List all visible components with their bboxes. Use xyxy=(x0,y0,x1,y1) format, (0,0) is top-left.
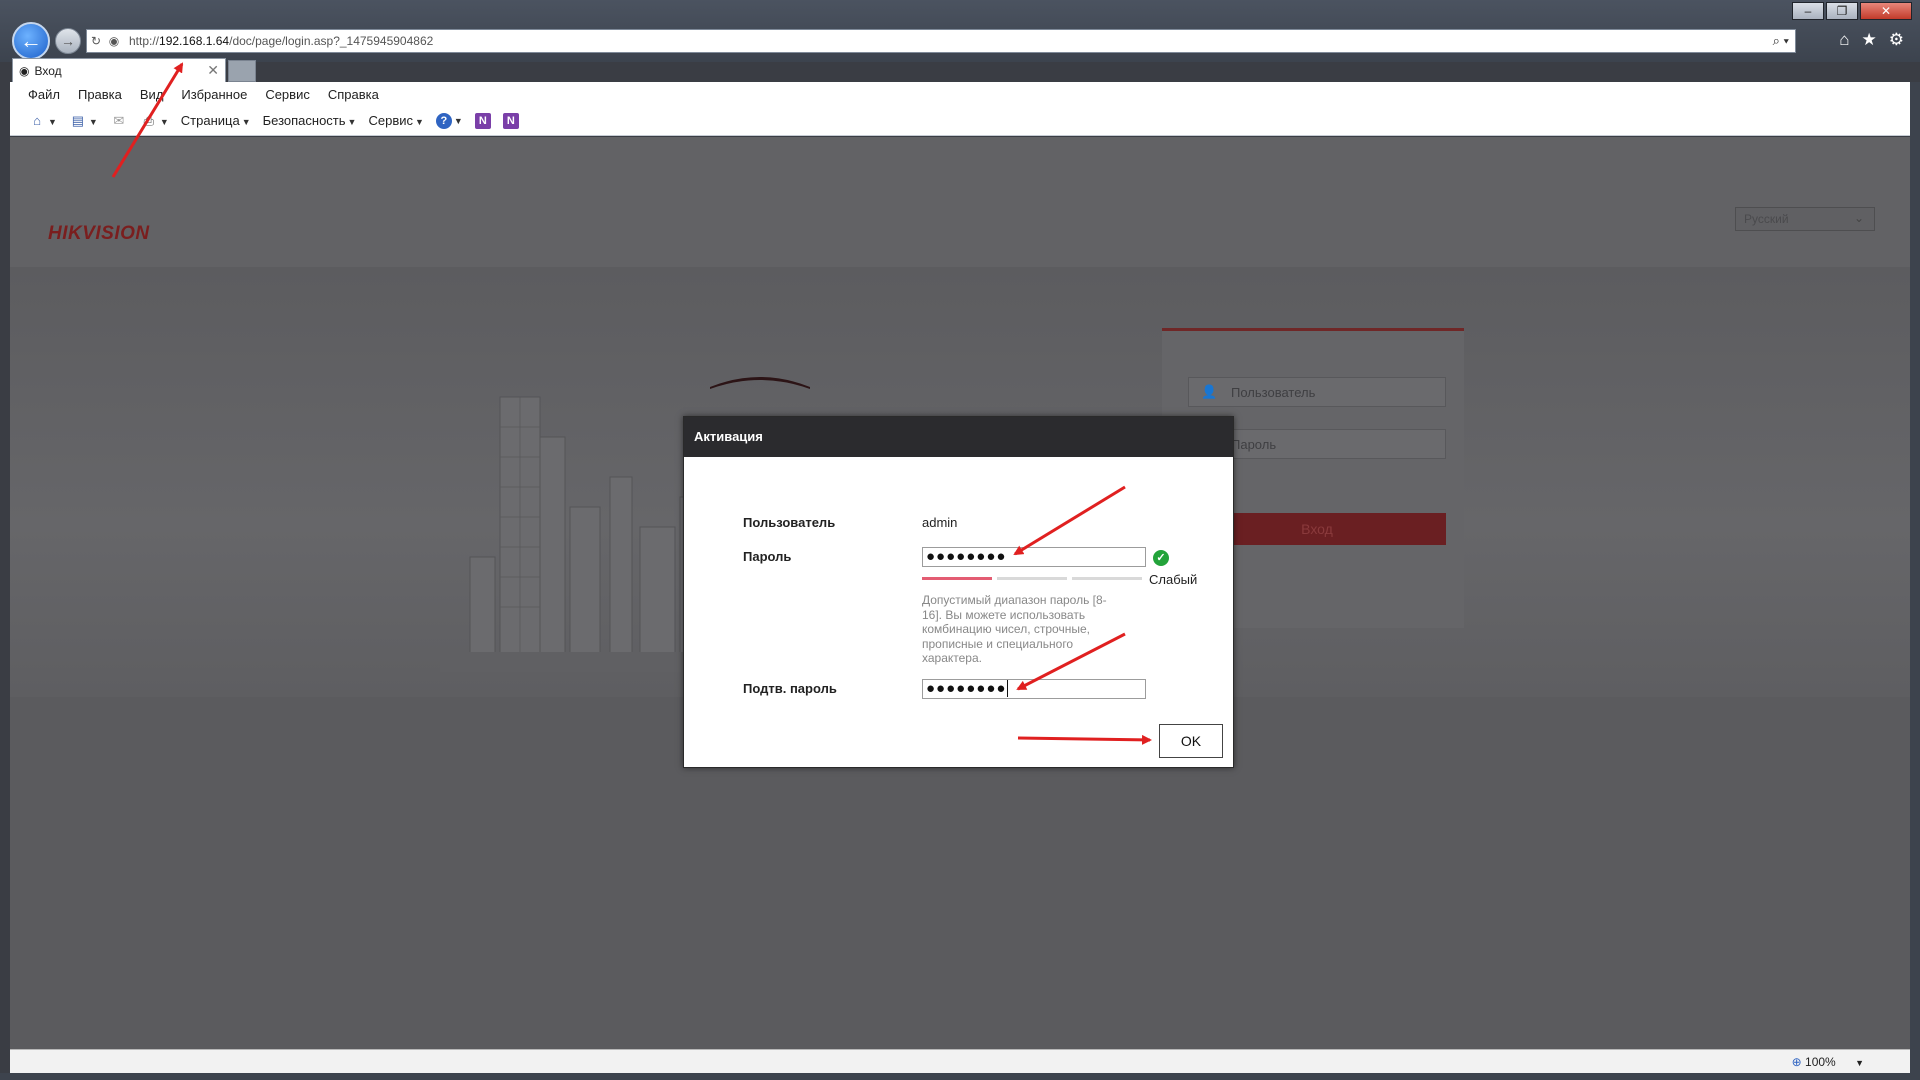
check-icon: ✓ xyxy=(1153,550,1169,566)
new-tab-button[interactable] xyxy=(228,60,256,82)
user-icon: 👤 xyxy=(1201,384,1218,399)
chevron-down-icon: ▼ xyxy=(415,117,424,127)
user-label: Пользователь xyxy=(743,515,836,530)
tab-login[interactable]: ◉ Вход ✕ xyxy=(12,58,226,82)
address-bar[interactable]: ↻ ◉ http://192.168.1.64/doc/page/login.a… xyxy=(86,29,1796,53)
menu-file[interactable]: Файл xyxy=(28,87,60,102)
chevron-down-icon: ▼ xyxy=(48,117,57,127)
back-button[interactable]: ← xyxy=(12,22,50,60)
tab-favicon-icon: ◉ xyxy=(19,63,30,78)
zoom-control[interactable]: ⊕ 100% ▼ xyxy=(1792,1055,1864,1069)
chevron-down-icon: ▼ xyxy=(347,117,357,127)
onenote-linked-icon[interactable]: N xyxy=(474,112,491,129)
strength-segment xyxy=(997,577,1067,580)
chevron-down-icon: ⌄ xyxy=(1853,211,1864,225)
rss-icon: ▤ xyxy=(71,112,85,128)
search-icon[interactable]: ⌕ ▾ xyxy=(1773,33,1789,49)
window-controls: – ❐ ✕ xyxy=(1792,2,1912,20)
username-input[interactable]: 👤 Пользователь xyxy=(1188,377,1446,407)
close-window-button[interactable]: ✕ xyxy=(1860,2,1912,20)
password-field[interactable]: ●●●●●●●● xyxy=(922,547,1146,567)
window-titlebar: – ❐ ✕ ← → ↻ ◉ http://192.168.1.64/doc/pa… xyxy=(0,0,1920,82)
strength-label: Слабый xyxy=(1149,572,1198,587)
forward-arrow-icon: → xyxy=(61,33,75,49)
help-icon: ? xyxy=(435,113,452,129)
forward-button[interactable]: → xyxy=(55,28,81,54)
browser-right-icons: ⌂ ★ ⚙ xyxy=(1839,30,1904,50)
password-label: Пароль xyxy=(743,549,792,564)
home-button[interactable]: ⌂ ▼ xyxy=(28,113,57,129)
security-menu[interactable]: Безопасность ▼ xyxy=(263,113,357,128)
menu-help[interactable]: Справка xyxy=(328,87,379,102)
menu-tools[interactable]: Сервис xyxy=(265,87,310,102)
refresh-icon[interactable]: ↻ xyxy=(87,34,105,48)
print-icon: ⎙ xyxy=(143,112,155,128)
onenote-icon[interactable]: N xyxy=(502,112,519,129)
command-bar: ⌂ ▼ ▤ ▼ ✉ ⎙ ▼ Страница ▼ Безопасность ▼ Серви… xyxy=(10,106,1910,136)
home-icon[interactable]: ⌂ xyxy=(1839,30,1849,50)
text-cursor xyxy=(1007,680,1009,697)
chevron-down-icon: ▼ xyxy=(88,116,98,127)
tools-menu[interactable]: Сервис ▼ xyxy=(368,113,423,128)
confirm-password-label: Подтв. пароль xyxy=(743,681,837,696)
status-bar: ⊕ 100% ▼ xyxy=(10,1049,1910,1073)
url-text[interactable]: http://192.168.1.64/doc/page/login.asp?_… xyxy=(129,34,433,48)
password-strength-meter xyxy=(922,577,1142,580)
chevron-down-icon: ▼ xyxy=(453,116,463,126)
chevron-down-icon: ▼ xyxy=(1855,1058,1864,1068)
print-button[interactable]: ⎙ ▼ xyxy=(140,113,169,129)
password-hint: Допустимый диапазон пароль [8-16]. Вы мо… xyxy=(922,593,1107,665)
window-right-border xyxy=(1910,82,1920,1073)
dialog-title: Активация xyxy=(684,417,1233,457)
mail-button[interactable]: ✉ xyxy=(110,113,128,129)
page-menu[interactable]: Страница ▼ xyxy=(181,113,251,128)
menu-view[interactable]: Вид xyxy=(140,87,164,102)
menu-favorites[interactable]: Избранное xyxy=(181,87,247,102)
language-select[interactable]: Русский ⌄ xyxy=(1735,207,1875,231)
page-header xyxy=(10,137,1910,267)
maximize-button[interactable]: ❐ xyxy=(1826,2,1858,20)
menu-bar: Файл Правка Вид Избранное Сервис Справка xyxy=(10,82,1910,106)
help-button[interactable]: ? ▼ xyxy=(435,112,463,129)
minimize-button[interactable]: – xyxy=(1792,2,1824,20)
strength-segment xyxy=(922,577,992,580)
zoom-level: 100% xyxy=(1805,1055,1836,1069)
back-arrow-icon: ← xyxy=(20,28,42,53)
chevron-down-icon: ▼ xyxy=(241,117,251,127)
menu-edit[interactable]: Правка xyxy=(78,87,122,102)
chevron-down-icon: ▼ xyxy=(159,116,169,127)
user-value: admin xyxy=(922,515,958,530)
strength-segment xyxy=(1072,577,1142,580)
hikvision-logo: HIKVISION xyxy=(48,223,150,244)
home-icon: ⌂ xyxy=(33,113,41,128)
gear-icon[interactable]: ⚙ xyxy=(1889,30,1904,50)
tab-title: Вход xyxy=(34,63,62,78)
confirm-password-field[interactable]: ●●●●●●●● xyxy=(922,679,1146,699)
site-icon: ◉ xyxy=(108,34,120,48)
mail-icon: ✉ xyxy=(113,112,125,128)
close-tab-icon[interactable]: ✕ xyxy=(207,62,219,79)
star-icon[interactable]: ★ xyxy=(1862,30,1877,50)
feeds-button[interactable]: ▤ ▼ xyxy=(69,113,98,129)
activation-dialog: Активация Пользователь admin Пароль ●●●●… xyxy=(683,416,1234,768)
window-bottom-border xyxy=(0,1073,1920,1080)
ok-button[interactable]: OK xyxy=(1159,724,1223,758)
zoom-icon: ⊕ xyxy=(1791,1055,1802,1069)
